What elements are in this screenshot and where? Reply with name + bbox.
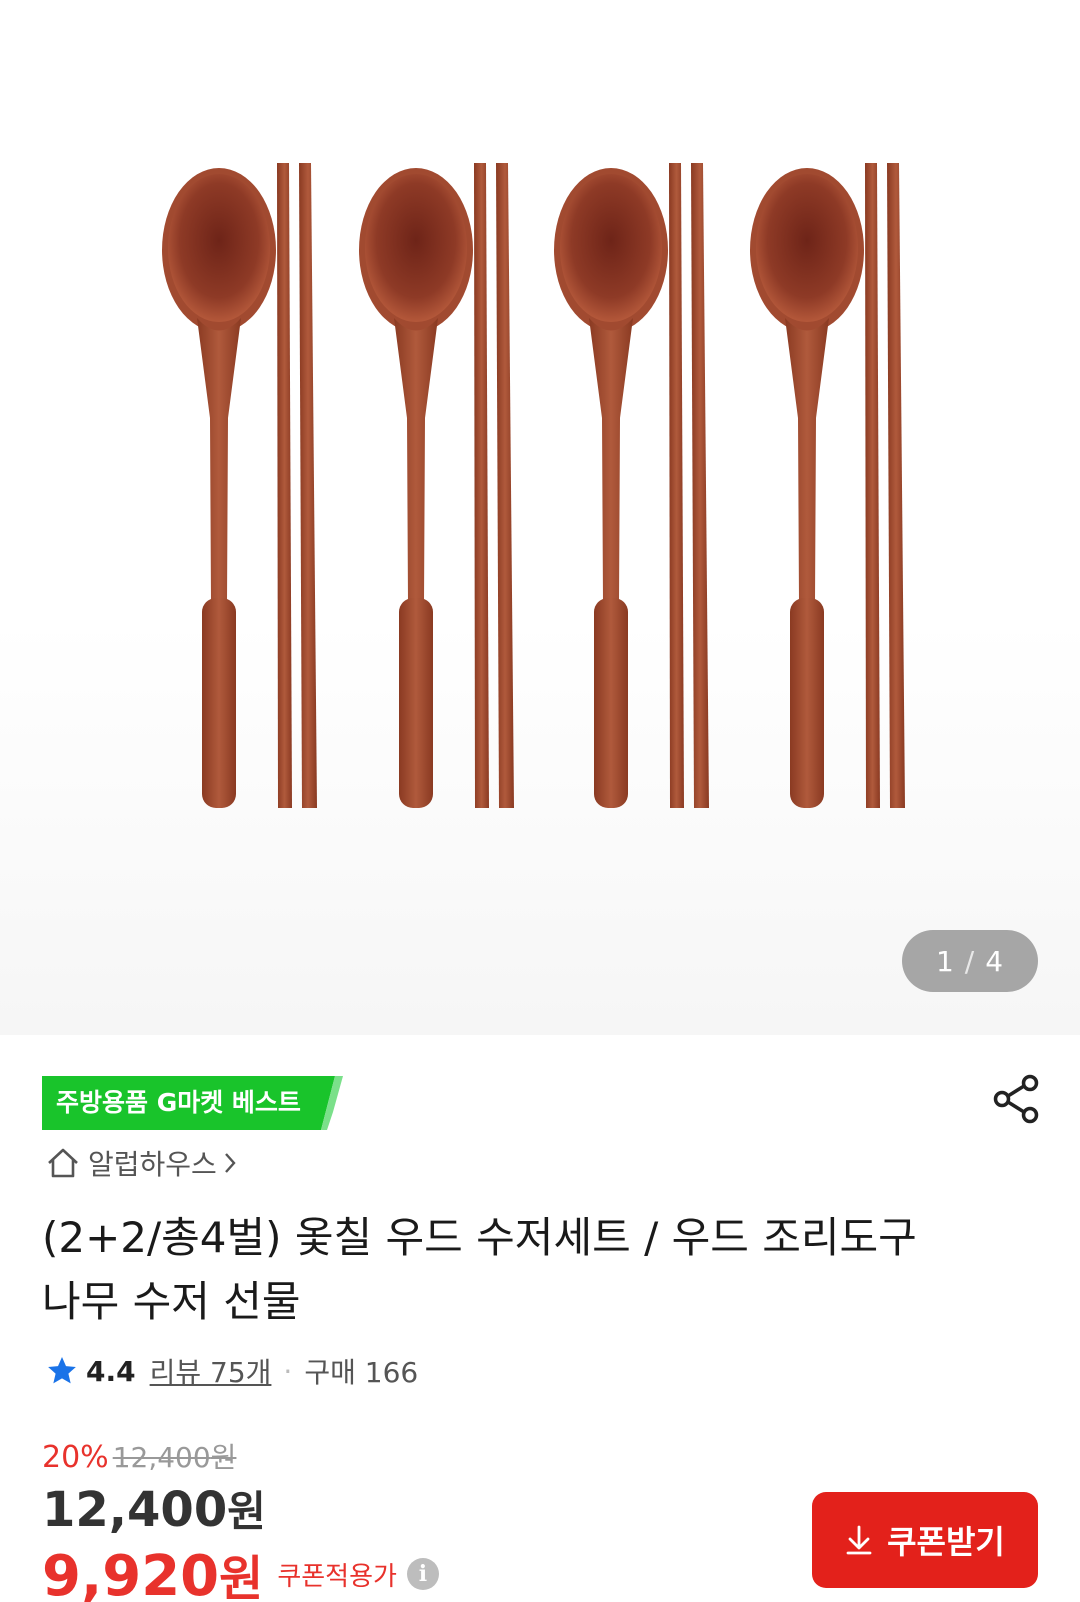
coupon-price-label: 쿠폰적용가 (277, 1561, 397, 1592)
get-coupon-label: 쿠폰받기 (887, 1523, 1005, 1561)
coupon-price-line: 9,920원 쿠폰적용가 i (42, 1539, 439, 1602)
utensil-set (162, 163, 317, 808)
discount-line: 20% 12,400원 (42, 1436, 439, 1476)
star-icon (48, 1357, 76, 1384)
pager-current: 1 (935, 944, 955, 978)
original-price: 12,400원 (112, 1441, 237, 1474)
chevron-right-icon (224, 1153, 236, 1173)
discount-rate: 20% (42, 1440, 109, 1475)
utensil-set (554, 163, 709, 808)
seller-link[interactable]: 알럽하우스 (46, 1143, 245, 1183)
utensil-set (359, 163, 514, 808)
purchase-count: 구매 166 (304, 1356, 419, 1389)
pager-total: 4 (985, 944, 1005, 978)
best-badge-label: 주방용품 G마켓 베스트 (42, 1076, 315, 1130)
best-badge[interactable]: 주방용품 G마켓 베스트 (42, 1076, 343, 1130)
rating-score: 4.4 (86, 1354, 136, 1388)
info-icon[interactable]: i (406, 1558, 439, 1590)
share-icon[interactable] (992, 1073, 1040, 1125)
price-box: 20% 12,400원 12,400원 9,920원 쿠폰적용가 i (42, 1436, 439, 1602)
download-icon (846, 1525, 872, 1555)
utensil-set (750, 163, 905, 808)
pager-separator: / (964, 944, 976, 978)
product-image-gallery[interactable]: 1 / 4 (0, 0, 1080, 1035)
get-coupon-button[interactable]: 쿠폰받기 (812, 1492, 1038, 1588)
product-title: (2+2/총4벌) 옻칠 우드 수저세트 / 우드 조리도구 나무 수저 선물 (42, 1213, 917, 1326)
seller-name: 알럽하우스 (88, 1148, 217, 1181)
image-pager: 1 / 4 (902, 930, 1038, 992)
separator-dot: · (283, 1354, 293, 1388)
coupon-price: 9,920원 (42, 1544, 264, 1602)
badge-tail (314, 1076, 343, 1130)
home-icon (48, 1148, 78, 1178)
review-link[interactable]: 리뷰 75개 (150, 1351, 272, 1391)
rating-row: 4.4 리뷰 75개 · 구매 166 (46, 1351, 418, 1391)
product-image (162, 163, 905, 808)
sale-price: 12,400원 (42, 1482, 266, 1538)
